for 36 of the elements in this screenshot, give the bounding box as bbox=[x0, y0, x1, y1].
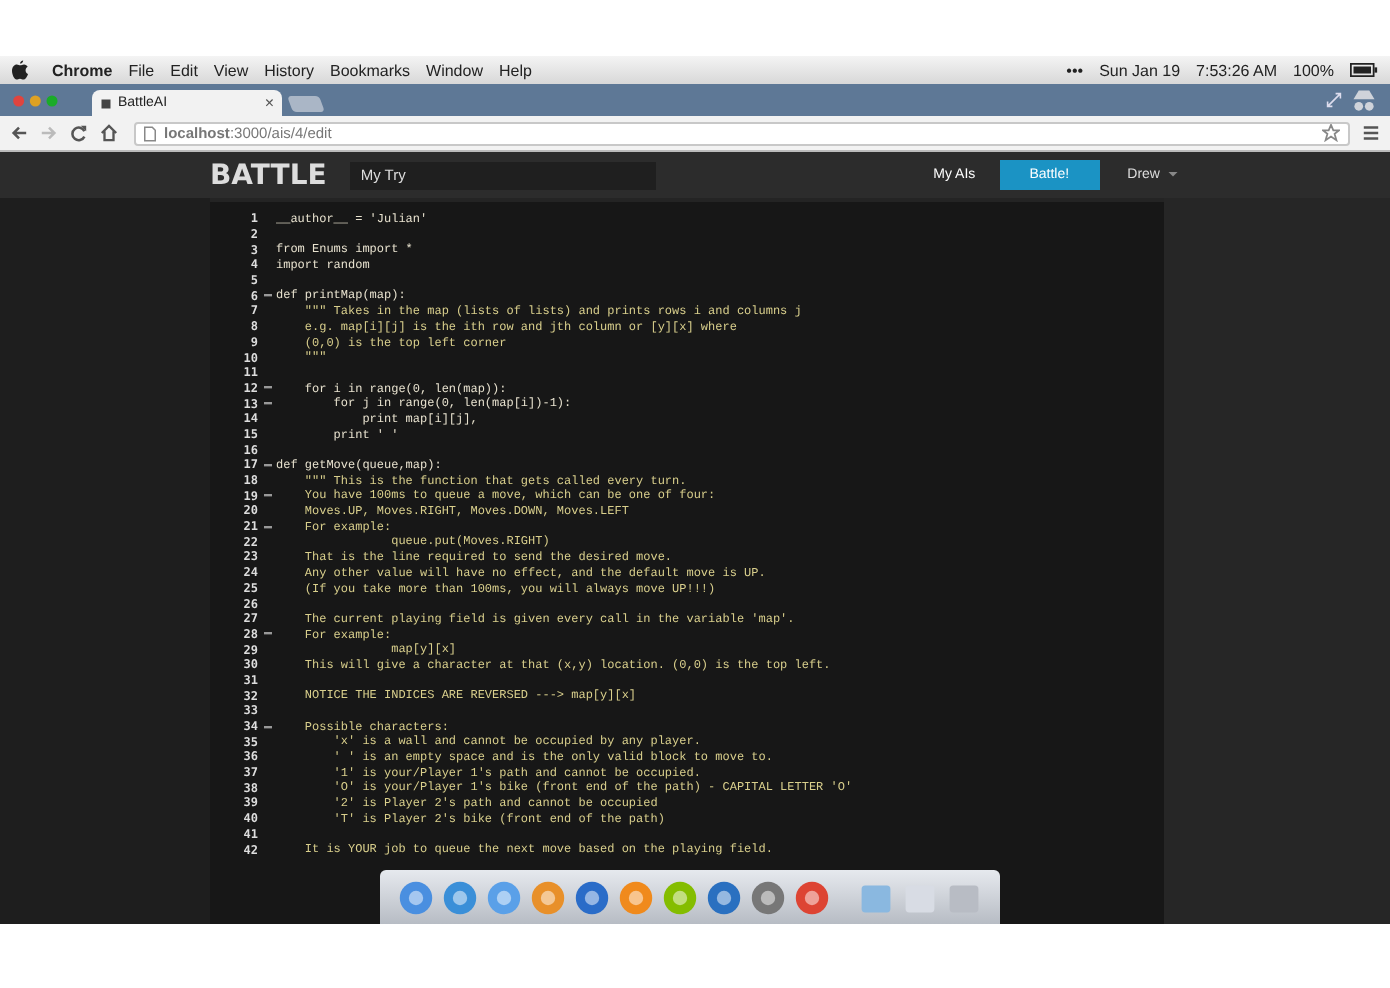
status-item[interactable]: 100% bbox=[1293, 61, 1334, 79]
fold-icon[interactable] bbox=[263, 463, 271, 468]
menu-item[interactable]: Window bbox=[426, 61, 483, 79]
menu-item[interactable]: History bbox=[264, 61, 315, 79]
fold-icon[interactable] bbox=[263, 494, 271, 499]
status-item[interactable]: 7:53:26 AM bbox=[1196, 61, 1278, 79]
fold-icon[interactable] bbox=[263, 632, 271, 637]
menu-item[interactable]: Edit bbox=[170, 61, 198, 79]
code-editor[interactable] bbox=[210, 198, 1164, 924]
menu-item[interactable]: File bbox=[128, 61, 155, 79]
apple-icon[interactable] bbox=[12, 60, 28, 80]
menu-item[interactable]: Bookmarks bbox=[330, 61, 411, 79]
close-tab-button[interactable]: × bbox=[264, 94, 274, 112]
status-item[interactable]: ••• bbox=[1066, 61, 1084, 79]
logo[interactable]: BATTLE bbox=[210, 159, 327, 191]
menu-icon[interactable] bbox=[1362, 124, 1380, 142]
app-menu[interactable]: Chrome bbox=[52, 61, 113, 79]
incognito-icon bbox=[1350, 87, 1378, 113]
fold-icon[interactable] bbox=[263, 294, 271, 299]
page-icon bbox=[144, 125, 156, 141]
page-icon bbox=[100, 97, 112, 109]
caret-icon[interactable] bbox=[1168, 172, 1178, 178]
fold-icon[interactable] bbox=[263, 402, 271, 407]
menu-item[interactable]: View bbox=[213, 61, 249, 79]
battery-icon[interactable] bbox=[1350, 62, 1378, 78]
menu-item[interactable]: Help bbox=[498, 61, 532, 79]
star-icon[interactable] bbox=[1322, 124, 1340, 142]
home-icon[interactable] bbox=[100, 124, 118, 142]
fold-icon[interactable] bbox=[263, 386, 271, 391]
new-tab-button[interactable] bbox=[287, 96, 325, 112]
back-icon[interactable] bbox=[10, 124, 28, 142]
fullscreen-icon[interactable] bbox=[1326, 92, 1342, 108]
fold-icon[interactable] bbox=[263, 525, 271, 530]
fold-icon[interactable] bbox=[263, 725, 271, 730]
reload-icon[interactable] bbox=[70, 124, 88, 142]
status-item[interactable]: Sun Jan 19 bbox=[1099, 61, 1181, 79]
